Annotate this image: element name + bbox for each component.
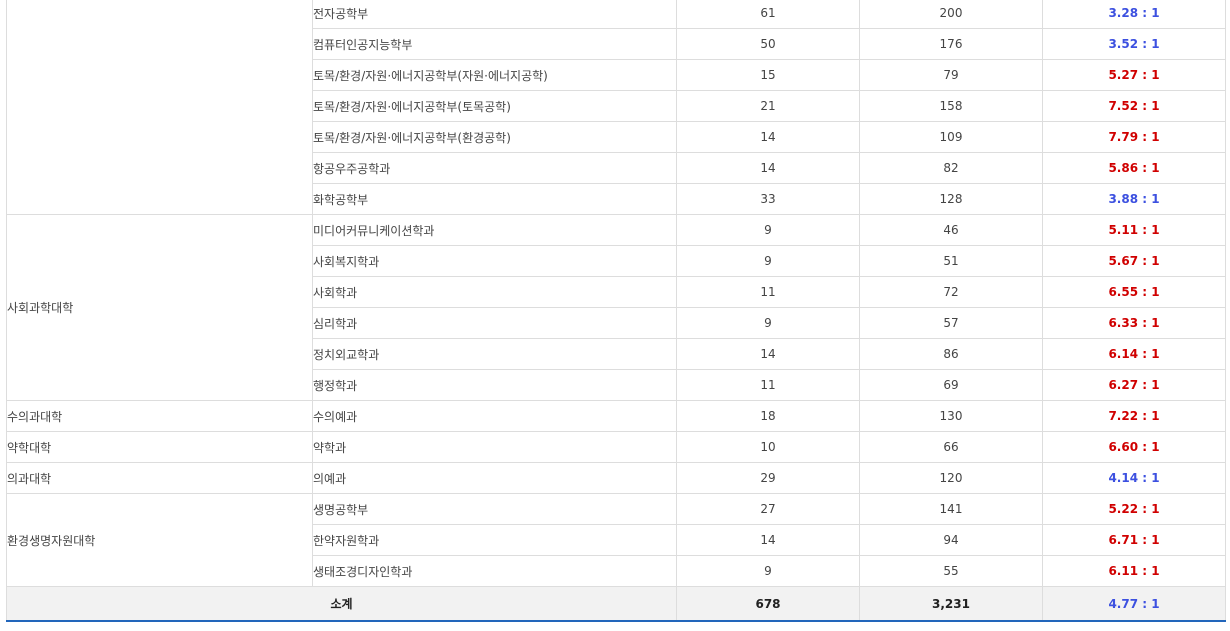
applicants-cell: 51 xyxy=(859,245,1043,277)
rate-cell: 6.27 : 1 xyxy=(1042,369,1226,401)
quota-cell: 9 xyxy=(676,307,860,339)
dept-cell: 약학과 xyxy=(312,431,677,463)
rate-cell: 4.14 : 1 xyxy=(1042,462,1226,494)
applicants-cell: 66 xyxy=(859,431,1043,463)
dept-cell: 생태조경디자인학과 xyxy=(312,555,677,587)
applicants-cell: 120 xyxy=(859,462,1043,494)
quota-cell: 11 xyxy=(676,276,860,308)
applicants-cell: 69 xyxy=(859,369,1043,401)
dept-cell: 컴퓨터인공지능학부 xyxy=(312,28,677,60)
applicants-cell: 128 xyxy=(859,183,1043,215)
total-label: 소계 xyxy=(6,586,677,622)
competition-rate-table: 전자공학부 61 200 3.28 : 1 컴퓨터인공지능학부 50 176 3.52 : 1… xyxy=(6,0,1226,622)
applicants-cell: 86 xyxy=(859,338,1043,370)
applicants-cell: 141 xyxy=(859,493,1043,525)
dept-cell: 의예과 xyxy=(312,462,677,494)
college-cell: 약학대학 xyxy=(6,431,313,463)
rate-cell: 5.86 : 1 xyxy=(1042,152,1226,184)
applicants-cell: 72 xyxy=(859,276,1043,308)
table-body: 전자공학부 61 200 3.28 : 1 컴퓨터인공지능학부 50 176 3.52 : 1… xyxy=(6,0,1226,622)
dept-cell: 항공우주공학과 xyxy=(312,152,677,184)
dept-cell: 생명공학부 xyxy=(312,493,677,525)
quota-cell: 10 xyxy=(676,431,860,463)
applicants-cell: 94 xyxy=(859,524,1043,556)
rate-cell: 5.22 : 1 xyxy=(1042,493,1226,525)
total-applicants: 3,231 xyxy=(859,586,1043,622)
total-rate: 4.77 : 1 xyxy=(1042,586,1226,622)
rate-cell: 7.52 : 1 xyxy=(1042,90,1226,122)
quota-cell: 21 xyxy=(676,90,860,122)
college-cell xyxy=(6,0,313,215)
applicants-cell: 55 xyxy=(859,555,1043,587)
quota-cell: 9 xyxy=(676,555,860,587)
quota-cell: 15 xyxy=(676,59,860,91)
dept-cell: 미디어커뮤니케이션학과 xyxy=(312,214,677,246)
dept-cell: 화학공학부 xyxy=(312,183,677,215)
rate-cell: 6.11 : 1 xyxy=(1042,555,1226,587)
dept-cell: 한약자원학과 xyxy=(312,524,677,556)
applicants-cell: 200 xyxy=(859,0,1043,29)
rate-cell: 7.79 : 1 xyxy=(1042,121,1226,153)
applicants-cell: 46 xyxy=(859,214,1043,246)
rate-cell: 3.28 : 1 xyxy=(1042,0,1226,29)
applicants-cell: 79 xyxy=(859,59,1043,91)
rate-cell: 7.22 : 1 xyxy=(1042,400,1226,432)
table-row: 의과대학 의예과 29 120 4.14 : 1 xyxy=(6,462,1226,494)
rate-cell: 6.55 : 1 xyxy=(1042,276,1226,308)
rate-cell: 6.71 : 1 xyxy=(1042,524,1226,556)
rate-cell: 6.60 : 1 xyxy=(1042,431,1226,463)
quota-cell: 14 xyxy=(676,152,860,184)
applicants-cell: 82 xyxy=(859,152,1043,184)
applicants-cell: 158 xyxy=(859,90,1043,122)
college-cell: 수의과대학 xyxy=(6,400,313,432)
quota-cell: 27 xyxy=(676,493,860,525)
college-cell: 사회과학대학 xyxy=(6,214,313,401)
dept-cell: 수의예과 xyxy=(312,400,677,432)
page: 전자공학부 61 200 3.28 : 1 컴퓨터인공지능학부 50 176 3.52 : 1… xyxy=(0,0,1230,631)
applicants-cell: 130 xyxy=(859,400,1043,432)
table-row: 환경생명자원대학 생명공학부 27 141 5.22 : 1 xyxy=(6,493,1226,587)
quota-cell: 50 xyxy=(676,28,860,60)
total-quota: 678 xyxy=(676,586,860,622)
college-cell: 의과대학 xyxy=(6,462,313,494)
table-row: 전자공학부 61 200 3.28 : 1 xyxy=(6,0,1226,215)
table-row: 사회과학대학 미디어커뮤니케이션학과 9 46 5.11 : 1 xyxy=(6,214,1226,401)
quota-cell: 14 xyxy=(676,524,860,556)
table-row: 약학대학 약학과 10 66 6.60 : 1 xyxy=(6,431,1226,463)
dept-cell: 행정학과 xyxy=(312,369,677,401)
dept-cell: 전자공학부 xyxy=(312,0,677,29)
applicants-cell: 176 xyxy=(859,28,1043,60)
rate-cell: 5.11 : 1 xyxy=(1042,214,1226,246)
rate-cell: 5.27 : 1 xyxy=(1042,59,1226,91)
quota-cell: 33 xyxy=(676,183,860,215)
quota-cell: 14 xyxy=(676,338,860,370)
quota-cell: 61 xyxy=(676,0,860,29)
table-row: 수의과대학 수의예과 18 130 7.22 : 1 xyxy=(6,400,1226,432)
dept-cell: 토목/환경/자원·에너지공학부(환경공학) xyxy=(312,121,677,153)
total-row: 소계 678 3,231 4.77 : 1 xyxy=(6,586,1226,622)
applicants-cell: 109 xyxy=(859,121,1043,153)
rate-cell: 6.33 : 1 xyxy=(1042,307,1226,339)
rate-cell: 3.88 : 1 xyxy=(1042,183,1226,215)
rate-cell: 5.67 : 1 xyxy=(1042,245,1226,277)
dept-cell: 토목/환경/자원·에너지공학부(자원·에너지공학) xyxy=(312,59,677,91)
college-cell: 환경생명자원대학 xyxy=(6,493,313,587)
applicants-cell: 57 xyxy=(859,307,1043,339)
quota-cell: 9 xyxy=(676,214,860,246)
quota-cell: 14 xyxy=(676,121,860,153)
quota-cell: 18 xyxy=(676,400,860,432)
rate-cell: 6.14 : 1 xyxy=(1042,338,1226,370)
rate-cell: 3.52 : 1 xyxy=(1042,28,1226,60)
quota-cell: 9 xyxy=(676,245,860,277)
dept-cell: 정치외교학과 xyxy=(312,338,677,370)
dept-cell: 사회학과 xyxy=(312,276,677,308)
dept-cell: 심리학과 xyxy=(312,307,677,339)
quota-cell: 29 xyxy=(676,462,860,494)
dept-cell: 토목/환경/자원·에너지공학부(토목공학) xyxy=(312,90,677,122)
quota-cell: 11 xyxy=(676,369,860,401)
dept-cell: 사회복지학과 xyxy=(312,245,677,277)
